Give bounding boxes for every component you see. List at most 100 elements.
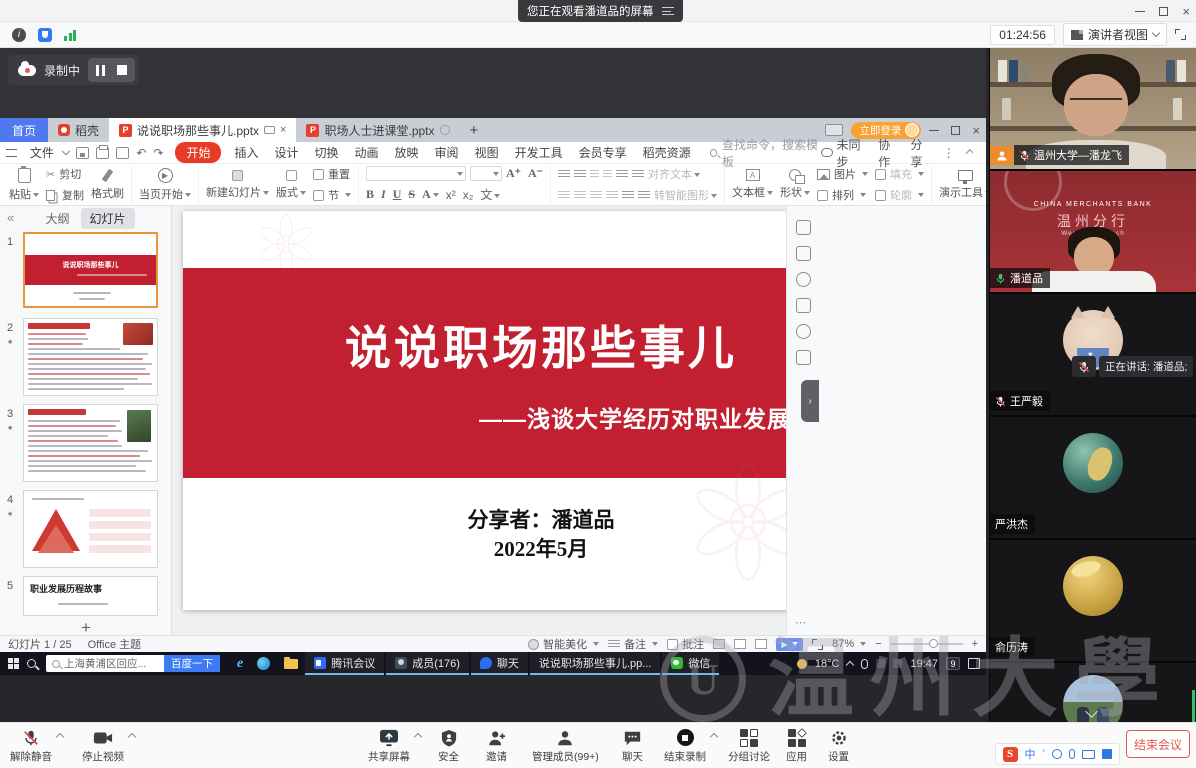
ime-emoji-icon[interactable] xyxy=(1052,749,1062,759)
sorter-view-icon[interactable] xyxy=(734,639,746,649)
zoom-slider[interactable] xyxy=(891,643,963,645)
mic-options-icon[interactable] xyxy=(56,733,64,741)
textbox-button[interactable]: A文本框 xyxy=(732,169,773,200)
stop-video-button[interactable]: 停止视频 xyxy=(82,728,124,764)
reset-button[interactable]: 重置 xyxy=(313,166,351,182)
picture-button[interactable]: 图片 xyxy=(817,166,868,182)
sidebar-scrollbar-thumb[interactable] xyxy=(1192,690,1195,724)
participant-tile-5[interactable]: 俞历涛 xyxy=(990,540,1196,661)
sync-status[interactable]: 未同步 xyxy=(821,136,867,170)
participant-tile-1[interactable]: 温州大学—潘龙飞 xyxy=(990,48,1196,169)
menu-member[interactable]: 会员专享 xyxy=(572,144,634,161)
action-center-icon[interactable] xyxy=(968,658,980,669)
security-button[interactable]: 安全 xyxy=(438,728,459,764)
taskbar-app-wps[interactable]: P说说职场那些事儿.pp... xyxy=(530,652,660,675)
taskbar-app-members[interactable]: 成员(176) xyxy=(386,652,469,675)
input-method-bar[interactable]: S 中 ’ xyxy=(995,743,1120,765)
collab-button[interactable]: 协作 xyxy=(878,136,898,170)
phonetic-icon[interactable]: 文 xyxy=(480,186,500,203)
participant-tile-2[interactable]: CHINA MERCHANTS BANK 温州分行 Wenzhou Branch… xyxy=(990,171,1196,292)
strikethrough-icon[interactable]: S xyxy=(408,187,415,202)
zoom-level[interactable]: 87% xyxy=(832,638,866,650)
tray-icon[interactable] xyxy=(893,659,902,668)
present-tools-button[interactable]: 演示工具 xyxy=(939,170,986,200)
notification-badge[interactable]: 9 xyxy=(946,657,960,670)
baidu-search-button[interactable]: 百度一下 xyxy=(164,655,220,672)
invite-button[interactable]: 邀请 xyxy=(486,728,507,764)
new-tab-button[interactable]: + xyxy=(460,118,489,142)
participant-tile-6[interactable] xyxy=(990,663,1196,722)
increase-font-icon[interactable]: A⁺ xyxy=(506,166,521,181)
fit-slide-icon[interactable] xyxy=(812,639,823,650)
menu-design[interactable]: 设计 xyxy=(267,144,305,161)
watching-banner[interactable]: 您正在观看潘道品的屏幕 xyxy=(518,0,683,22)
menu-insert[interactable]: 插入 xyxy=(227,144,265,161)
ime-mic-icon[interactable] xyxy=(1069,749,1075,759)
font-select[interactable] xyxy=(366,166,466,181)
taskbar-app-meeting[interactable]: 腾讯会议 xyxy=(305,652,384,675)
annotate-pen-icon[interactable] xyxy=(796,220,811,235)
taskbar-search-icon[interactable] xyxy=(27,659,36,668)
font-size-select[interactable] xyxy=(470,166,502,181)
reading-view-icon[interactable] xyxy=(755,639,767,649)
tab-docer[interactable]: 稻壳 xyxy=(48,118,109,142)
participant-tile-3[interactable]: 王严毅 xyxy=(990,294,1196,415)
menu-slideshow[interactable]: 放映 xyxy=(388,144,426,161)
pause-recording-button[interactable] xyxy=(96,65,105,76)
wps-minimize-button[interactable] xyxy=(929,130,939,131)
menu-devtools[interactable]: 开发工具 xyxy=(508,144,570,161)
share-screen-button[interactable]: 共享屏幕 xyxy=(368,728,410,764)
font-color-icon[interactable]: A xyxy=(422,187,439,202)
underline-icon[interactable]: U xyxy=(393,187,402,202)
wps-maximize-button[interactable] xyxy=(951,126,960,135)
unmute-button[interactable]: 解除静音 xyxy=(10,728,52,764)
start-button[interactable] xyxy=(8,658,19,669)
bullets-icon[interactable] xyxy=(558,170,570,179)
shapes-button[interactable]: 形状 xyxy=(780,169,810,200)
stop-record-button[interactable]: 结束录制 xyxy=(664,728,706,764)
chat-button[interactable]: 聊天 xyxy=(622,728,643,764)
expand-panel-handle[interactable]: › xyxy=(801,380,819,422)
skin-badge-icon[interactable] xyxy=(825,124,843,136)
pages-icon[interactable] xyxy=(796,298,811,313)
play-from-current-button[interactable]: ▶当页开始 xyxy=(139,168,191,202)
image-tools-icon[interactable] xyxy=(796,350,811,365)
security-shield-icon[interactable] xyxy=(38,28,52,42)
close-button[interactable]: × xyxy=(1182,5,1190,18)
text-direction-icon[interactable] xyxy=(616,170,628,179)
numbering-icon[interactable] xyxy=(574,170,586,179)
edge-icon[interactable] xyxy=(257,657,270,670)
breakout-rooms-button[interactable]: 分组讨论 xyxy=(728,728,770,764)
save-icon[interactable] xyxy=(76,147,89,159)
zoom-out-button[interactable]: − xyxy=(875,638,881,650)
more-tools-icon[interactable]: ⋯ xyxy=(795,616,808,629)
close-tab-icon[interactable]: × xyxy=(280,124,286,136)
settings-button[interactable]: 设置 xyxy=(828,728,849,764)
slide-thumbnail-4[interactable] xyxy=(23,490,158,568)
italic-icon[interactable]: I xyxy=(381,187,386,202)
redo-icon[interactable]: ↷ xyxy=(153,146,163,160)
tray-expand-icon[interactable] xyxy=(846,661,854,669)
end-meeting-button[interactable]: 结束会议 xyxy=(1126,730,1190,758)
tray-icon[interactable] xyxy=(876,659,885,668)
collapse-ribbon-icon[interactable] xyxy=(965,149,973,157)
command-search[interactable]: 查找命令，搜索模板 xyxy=(710,136,819,170)
share-button[interactable]: 分享 xyxy=(911,136,931,170)
file-explorer-icon[interactable] xyxy=(284,659,298,669)
clock[interactable]: 19:47 xyxy=(910,658,938,670)
format-painter-button[interactable]: 格式刷 xyxy=(91,169,124,201)
menu-docer-res[interactable]: 稻壳资源 xyxy=(636,144,698,161)
notes-button[interactable]: 备注 xyxy=(608,636,658,652)
beautify-button[interactable]: 智能美化 xyxy=(528,636,599,652)
ime-punct-icon[interactable]: ’ xyxy=(1043,748,1045,760)
video-options-icon[interactable] xyxy=(128,733,136,741)
subscript-icon[interactable]: x₂ xyxy=(463,188,474,202)
view-mode-button[interactable]: 演讲者视图 xyxy=(1063,23,1167,46)
normal-view-icon[interactable] xyxy=(713,639,725,649)
preview-icon[interactable] xyxy=(116,147,129,159)
taskbar-app-chat[interactable]: 聊天 xyxy=(471,652,528,675)
tab-outline[interactable]: 大纲 xyxy=(36,208,78,229)
bold-icon[interactable]: B xyxy=(366,187,374,202)
participant-tile-4[interactable]: 严洪杰 xyxy=(990,417,1196,538)
ime-keyboard-icon[interactable] xyxy=(1082,750,1095,759)
